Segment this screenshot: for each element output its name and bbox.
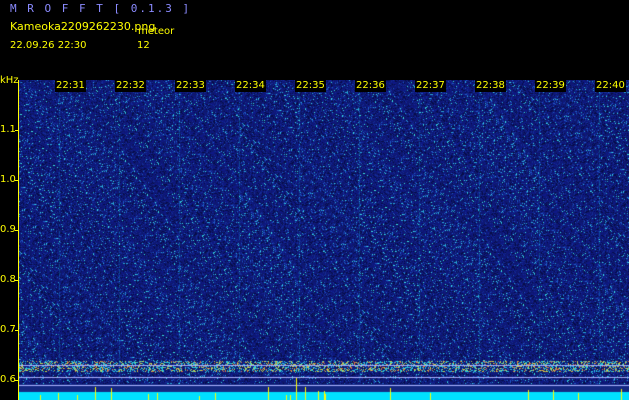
meteor-count: 12 [137, 40, 150, 51]
y-tick-label: 1.0 [0, 174, 16, 185]
time-tick-label: 22:34 [235, 80, 266, 92]
app-title: M R O F F T [ 0.1.3 ] [10, 2, 192, 15]
y-tick-label: 0.6 [0, 374, 16, 385]
time-tick-label: 22:37 [415, 80, 446, 92]
spectrogram-image [19, 80, 629, 400]
time-tick-label: 22:40 [595, 80, 626, 92]
time-tick-label: 22:39 [535, 80, 566, 92]
time-tick-label: 22:31 [55, 80, 86, 92]
y-tick-label: 0.7 [0, 324, 16, 335]
meteor-label: meteor [138, 26, 175, 37]
file-name: Kameoka2209262230.png [10, 20, 156, 33]
header-panel: M R O F F T [ 0.1.3 ] Kameoka2209262230.… [0, 0, 629, 80]
y-tick-label: 1.1 [0, 124, 16, 135]
y-axis-line [18, 80, 19, 400]
y-tick-label: 0.9 [0, 224, 16, 235]
time-tick-label: 22:35 [295, 80, 326, 92]
time-tick-label: 22:38 [475, 80, 506, 92]
y-axis-unit: kHz [0, 75, 19, 86]
time-tick-label: 22:33 [175, 80, 206, 92]
time-tick-label: 22:32 [115, 80, 146, 92]
observation-datetime: 22.09.26 22:30 [10, 40, 87, 51]
time-tick-label: 22:36 [355, 80, 386, 92]
y-tick-label: 0.8 [0, 274, 16, 285]
spectrogram-plot: kHz 1.1 1.0 0.9 0.8 0.7 0.6 22:31 22:32 … [0, 75, 629, 400]
